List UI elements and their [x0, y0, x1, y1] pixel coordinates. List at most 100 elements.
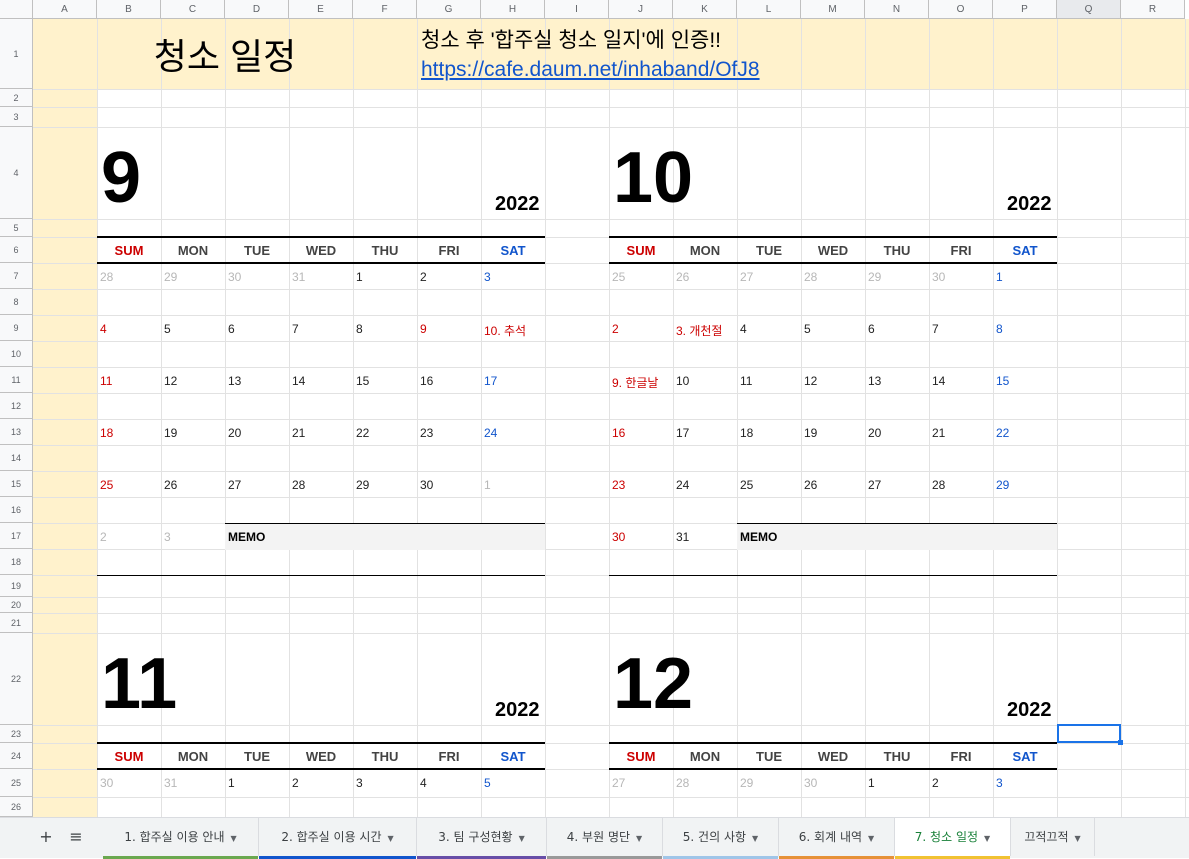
date-cell[interactable]: 15 — [996, 374, 1009, 388]
date-cell[interactable]: 21 — [932, 426, 945, 440]
date-cell[interactable]: 3 — [484, 270, 491, 284]
date-cell[interactable]: 28 — [804, 270, 817, 284]
date-cell[interactable]: 12 — [804, 374, 817, 388]
date-cell[interactable]: 25 — [100, 478, 113, 492]
chevron-down-icon[interactable]: ▼ — [1075, 820, 1081, 858]
date-cell[interactable]: 30 — [804, 776, 817, 790]
row-header-14[interactable]: 14 — [0, 445, 33, 471]
corner-cell[interactable] — [0, 0, 33, 19]
chevron-down-icon[interactable]: ▼ — [636, 820, 642, 858]
row-header-19[interactable]: 19 — [0, 575, 33, 597]
date-cell[interactable]: 7 — [292, 322, 299, 336]
date-cell[interactable]: 22 — [356, 426, 369, 440]
sheet-tab-3[interactable]: 3. 팀 구성현황 ▼ — [417, 818, 547, 859]
column-header-l[interactable]: L — [737, 0, 801, 19]
date-cell[interactable]: 12 — [164, 374, 177, 388]
date-cell[interactable]: 24 — [676, 478, 689, 492]
date-cell[interactable]: 30 — [420, 478, 433, 492]
date-cell[interactable]: 4 — [740, 322, 747, 336]
row-header-15[interactable]: 15 — [0, 471, 33, 497]
date-cell[interactable]: 6 — [868, 322, 875, 336]
row-header-5[interactable]: 5 — [0, 219, 33, 237]
sheet-tab-4[interactable]: 4. 부원 명단 ▼ — [547, 818, 663, 859]
column-header-i[interactable]: I — [545, 0, 609, 19]
row-header-23[interactable]: 23 — [0, 725, 33, 743]
column-header-c[interactable]: C — [161, 0, 225, 19]
sheet-tab-7[interactable]: 7. 청소 일정 ▼ — [895, 818, 1011, 859]
column-header-p[interactable]: P — [993, 0, 1057, 19]
date-cell[interactable]: 27 — [612, 776, 625, 790]
chevron-down-icon[interactable]: ▼ — [752, 820, 758, 858]
date-cell[interactable]: 1 — [996, 270, 1003, 284]
date-cell[interactable]: 17 — [676, 426, 689, 440]
date-cell[interactable]: 2 — [612, 322, 619, 336]
date-cell[interactable]: 18 — [740, 426, 753, 440]
date-cell[interactable]: 13 — [868, 374, 881, 388]
date-cell[interactable]: 10. 추석 — [484, 322, 526, 339]
column-header-f[interactable]: F — [353, 0, 417, 19]
column-header-o[interactable]: O — [929, 0, 993, 19]
row-header-12[interactable]: 12 — [0, 393, 33, 419]
date-cell[interactable]: 6 — [228, 322, 235, 336]
date-cell[interactable]: 23 — [612, 478, 625, 492]
sheet-tab-1[interactable]: 1. 합주실 이용 안내 ▼ — [103, 818, 259, 859]
date-cell[interactable]: 29 — [164, 270, 177, 284]
row-header-16[interactable]: 16 — [0, 497, 33, 523]
all-sheets-icon[interactable]: ≡ — [62, 818, 90, 856]
date-cell[interactable]: 11 — [740, 374, 752, 388]
column-header-n[interactable]: N — [865, 0, 929, 19]
row-header-25[interactable]: 25 — [0, 769, 33, 797]
date-cell[interactable]: 21 — [292, 426, 305, 440]
date-cell[interactable]: 14 — [932, 374, 945, 388]
chevron-down-icon[interactable]: ▼ — [519, 820, 525, 858]
column-header-k[interactable]: K — [673, 0, 737, 19]
date-cell[interactable]: 4 — [100, 322, 107, 336]
row-header-7[interactable]: 7 — [0, 263, 33, 289]
date-cell[interactable]: 20 — [228, 426, 241, 440]
date-cell[interactable]: 3. 개천절 — [676, 322, 722, 339]
column-header-e[interactable]: E — [289, 0, 353, 19]
column-header-b[interactable]: B — [97, 0, 161, 19]
date-cell[interactable]: 19 — [804, 426, 817, 440]
date-cell[interactable]: 27 — [868, 478, 881, 492]
row-header-1[interactable]: 1 — [0, 19, 33, 89]
date-cell[interactable]: 1 — [356, 270, 363, 284]
row-header-26[interactable]: 26 — [0, 797, 33, 817]
column-header-j[interactable]: J — [609, 0, 673, 19]
date-cell[interactable]: 20 — [868, 426, 881, 440]
date-cell[interactable]: 31 — [676, 530, 689, 544]
date-cell[interactable]: 3 — [164, 530, 171, 544]
row-header-10[interactable]: 10 — [0, 341, 33, 367]
column-header-d[interactable]: D — [225, 0, 289, 19]
date-cell[interactable]: 3 — [356, 776, 363, 790]
date-cell[interactable]: 16 — [612, 426, 625, 440]
date-cell[interactable]: 29 — [996, 478, 1009, 492]
sheet-tab-6[interactable]: 6. 회계 내역 ▼ — [779, 818, 895, 859]
date-cell[interactable]: 11 — [100, 374, 112, 388]
date-cell[interactable]: 1 — [868, 776, 875, 790]
row-header-24[interactable]: 24 — [0, 743, 33, 769]
date-cell[interactable]: 29 — [740, 776, 753, 790]
date-cell[interactable]: 25 — [740, 478, 753, 492]
date-cell[interactable]: 1 — [484, 478, 491, 492]
cafe-link[interactable]: https://cafe.daum.net/inhaband/OfJ8 — [421, 58, 760, 82]
date-cell[interactable]: 2 — [100, 530, 107, 544]
selection-handle[interactable] — [1118, 740, 1123, 745]
chevron-down-icon[interactable]: ▼ — [388, 820, 394, 858]
date-cell[interactable]: 18 — [100, 426, 113, 440]
date-cell[interactable]: 24 — [484, 426, 497, 440]
date-cell[interactable]: 26 — [164, 478, 177, 492]
date-cell[interactable]: 28 — [676, 776, 689, 790]
sheet-tab-8[interactable]: 끄적끄적 ▼ — [1011, 818, 1095, 856]
date-cell[interactable]: 3 — [996, 776, 1003, 790]
row-header-6[interactable]: 6 — [0, 237, 33, 263]
date-cell[interactable]: 30 — [612, 530, 625, 544]
chevron-down-icon[interactable]: ▼ — [868, 820, 874, 858]
date-cell[interactable]: 17 — [484, 374, 497, 388]
row-header-2[interactable]: 2 — [0, 89, 33, 107]
date-cell[interactable]: 5 — [164, 322, 171, 336]
date-cell[interactable]: 13 — [228, 374, 241, 388]
date-cell[interactable]: 27 — [740, 270, 753, 284]
row-header-22[interactable]: 22 — [0, 633, 33, 725]
date-cell[interactable]: 28 — [292, 478, 305, 492]
